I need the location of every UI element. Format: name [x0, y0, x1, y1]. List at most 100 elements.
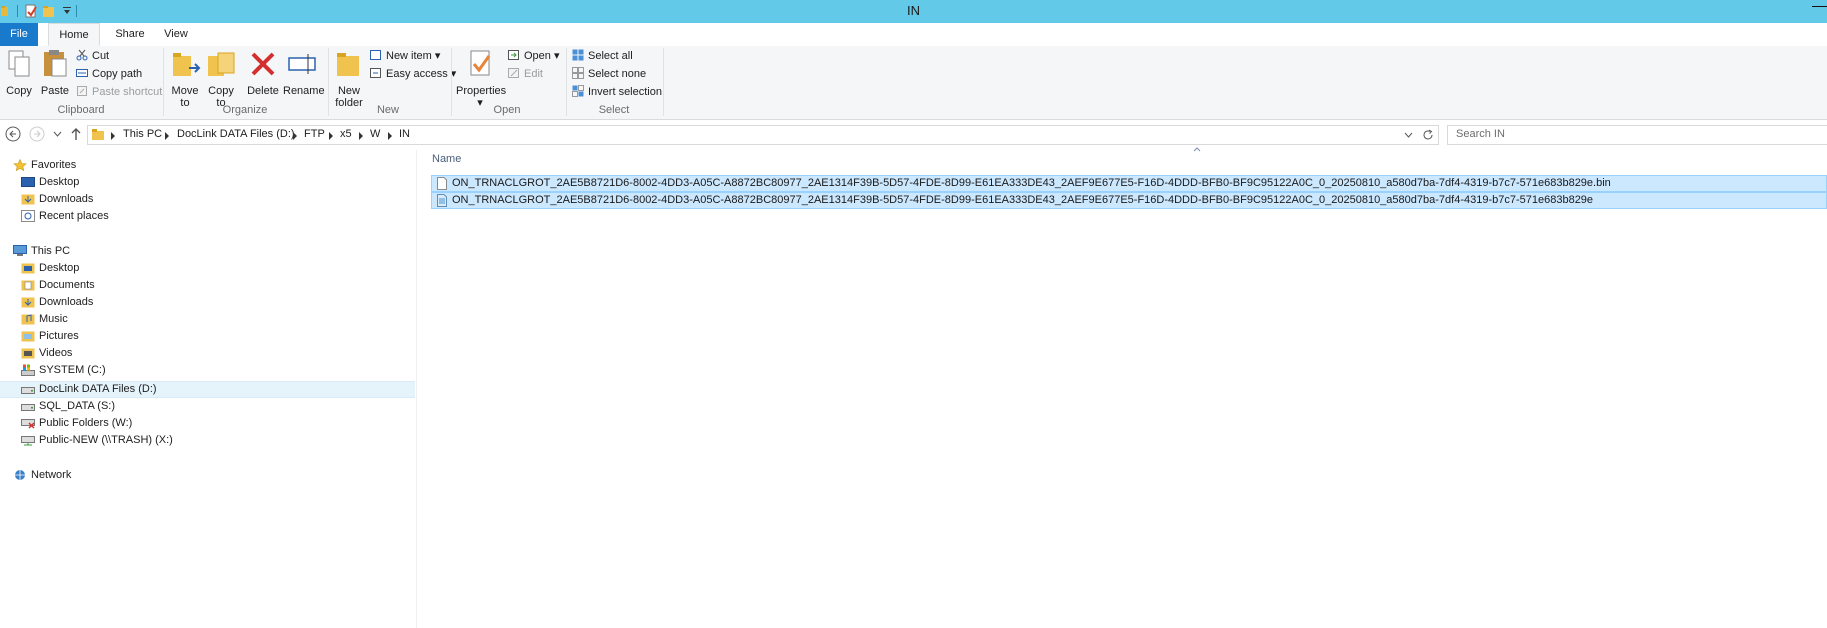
breadcrumb-doclink-drive[interactable]: DocLink DATA Files (D:) [177, 128, 295, 140]
breadcrumb-this-pc[interactable]: This PC [123, 128, 162, 140]
paste-button[interactable]: Paste [39, 48, 71, 97]
column-header-name[interactable]: Name [432, 153, 461, 165]
copy-to-button[interactable]: Copy to [205, 48, 237, 109]
organize-group-label: Organize [222, 104, 268, 116]
rename-icon [288, 54, 316, 74]
desktop-icon [21, 177, 35, 187]
select-none-button[interactable]: Select none [572, 66, 646, 82]
new-item-button[interactable]: New item ▾ [370, 48, 440, 64]
address-bar[interactable]: This PC DocLink DATA Files (D:) FTP x5 W… [87, 125, 1439, 145]
nav-pc-desktop[interactable]: Desktop [39, 260, 79, 277]
network-icon [15, 470, 25, 480]
file-icon [437, 194, 447, 207]
minimize-button[interactable] [1812, 6, 1827, 9]
paste-shortcut-button[interactable]: Paste shortcut [76, 84, 162, 100]
drive-icon [21, 404, 35, 411]
copy-path-label: Copy path [92, 68, 143, 80]
select-all-label: Select all [588, 50, 633, 62]
network-drive-icon [21, 436, 35, 446]
system-drive-icon [21, 364, 35, 376]
nav-pc-public-new-drive[interactable]: Public-NEW (\\TRASH) (X:) [39, 432, 173, 449]
search-input[interactable]: Search IN [1447, 125, 1827, 145]
nav-fav-desktop[interactable]: Desktop [39, 174, 79, 191]
nav-this-pc[interactable]: This PC [31, 243, 70, 260]
tab-view[interactable]: View [156, 23, 196, 46]
breadcrumb-separator[interactable] [165, 132, 169, 140]
up-arrow-icon[interactable] [70, 127, 82, 141]
nav-pc-public-folders-drive[interactable]: Public Folders (W:) [39, 415, 132, 432]
edit-button[interactable]: Edit [508, 66, 543, 82]
scissors-icon [76, 49, 88, 61]
address-dropdown-chevron-icon[interactable] [1404, 131, 1413, 139]
breadcrumb-x5[interactable]: x5 [340, 128, 352, 140]
copy-path-button[interactable]: Copy path [76, 66, 142, 82]
forward-arrow-icon[interactable] [29, 126, 45, 142]
favorites-star-icon [13, 159, 27, 171]
documents-folder-icon [21, 280, 35, 291]
nav-pc-documents[interactable]: Documents [39, 277, 95, 294]
ribbon-separator [663, 48, 664, 116]
move-to-button[interactable]: Move to [168, 48, 202, 109]
recent-locations-chevron-icon[interactable] [53, 130, 62, 138]
invert-selection-button[interactable]: Invert selection [572, 84, 662, 100]
nav-favorites[interactable]: Favorites [31, 157, 76, 174]
nav-fav-downloads[interactable]: Downloads [39, 191, 93, 208]
easy-access-label: Easy access [386, 68, 448, 80]
nav-pc-downloads[interactable]: Downloads [39, 294, 93, 311]
nav-pc-pictures[interactable]: Pictures [39, 328, 79, 345]
breadcrumb-separator[interactable] [293, 132, 297, 140]
videos-folder-icon [21, 348, 35, 359]
select-group-label: Select [598, 104, 630, 116]
search-placeholder: Search IN [1456, 128, 1505, 140]
properties-icon [470, 50, 491, 76]
breadcrumb-w[interactable]: W [370, 128, 380, 140]
nav-pc-sql-data-drive[interactable]: SQL_DATA (S:) [39, 398, 115, 415]
ribbon: Copy Paste Cut Copy path Paste shortcut … [0, 46, 1827, 120]
rename-button[interactable]: Rename [283, 48, 325, 97]
back-arrow-icon[interactable] [5, 126, 21, 142]
move-to-icon [173, 53, 201, 76]
breadcrumb-separator[interactable] [329, 132, 333, 140]
delete-x-icon [251, 52, 275, 76]
file-row[interactable]: ON_TRNACLGROT_2AE5B8721D6-8002-4DD3-A05C… [431, 175, 1827, 192]
cut-button[interactable]: Cut [76, 48, 109, 64]
select-none-label: Select none [588, 68, 647, 80]
tab-file[interactable]: File [0, 23, 38, 46]
this-pc-icon [13, 245, 27, 256]
edit-icon [508, 68, 519, 78]
select-all-button[interactable]: Select all [572, 48, 633, 64]
breadcrumb-separator[interactable] [111, 132, 115, 140]
move-to-label: Move [171, 85, 199, 97]
open-button[interactable]: Open ▾ [508, 48, 560, 64]
nav-network[interactable]: Network [31, 467, 71, 484]
easy-access-button[interactable]: Easy access ▾ [370, 66, 456, 82]
edit-label: Edit [524, 68, 543, 80]
properties-button[interactable]: Properties ▾ [456, 48, 507, 109]
ribbon-tabs: File Home Share View [0, 23, 1827, 47]
breadcrumb-separator[interactable] [388, 132, 392, 140]
delete-button[interactable]: Delete [246, 48, 280, 97]
nav-pc-system-drive[interactable]: SYSTEM (C:) [39, 362, 106, 379]
breadcrumb-in[interactable]: IN [399, 128, 410, 140]
properties-label: Properties [456, 85, 507, 97]
navigation-pane: Favorites Desktop Downloads Recent place… [0, 150, 417, 628]
file-name: ON_TRNACLGROT_2AE5B8721D6-8002-4DD3-A05C… [452, 177, 1611, 189]
cut-label: Cut [92, 50, 110, 62]
recent-places-icon [21, 210, 35, 222]
new-folder-button[interactable]: New folder [332, 48, 366, 109]
file-list-pane [418, 150, 1827, 628]
copy-button[interactable]: Copy [4, 48, 34, 97]
breadcrumb-separator[interactable] [359, 132, 363, 140]
title-bar: IN [0, 0, 1827, 23]
nav-pc-music[interactable]: Music [39, 311, 68, 328]
nav-pc-videos[interactable]: Videos [39, 345, 72, 362]
breadcrumb-ftp[interactable]: FTP [304, 128, 325, 140]
tab-share[interactable]: Share [106, 23, 154, 46]
nav-fav-recent-places[interactable]: Recent places [39, 208, 109, 225]
tab-home[interactable]: Home [48, 23, 100, 46]
folder-icon [92, 129, 104, 140]
refresh-icon[interactable] [1422, 129, 1434, 141]
file-row[interactable]: ON_TRNACLGROT_2AE5B8721D6-8002-4DD3-A05C… [431, 192, 1827, 209]
open-icon [508, 50, 519, 60]
nav-pc-doclink-drive[interactable]: DocLink DATA Files (D:) [39, 381, 157, 398]
